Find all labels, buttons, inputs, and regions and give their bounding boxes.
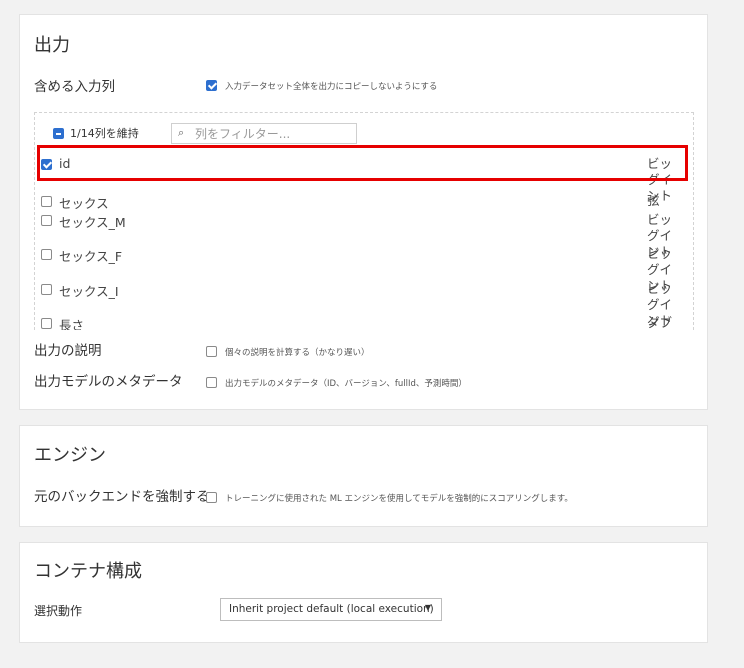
no-copy-checkbox[interactable] (206, 80, 217, 91)
column-filter-input[interactable] (193, 124, 353, 143)
column-name: セックス_M (59, 215, 126, 230)
explanation-text: 個々の説明を計算する（かなり遅い） (225, 347, 370, 358)
no-copy-option[interactable]: 入力データセット全体を出力にコピーしないようにする (206, 75, 437, 94)
metadata-text: 出力モデルのメタデータ（ID、バージョン、fullId、予測時間） (225, 378, 467, 389)
column-item[interactable]: セックス 弦 (41, 192, 681, 212)
output-panel: 出力 含める入力列 入力データセット全体を出力にコピーしないようにする 1/14… (19, 14, 708, 410)
column-item[interactable]: セックス_I ビッグイント (41, 280, 681, 328)
force-backend-option[interactable]: トレーニングに使用された ML エンジンを使用してモデルを強制的にスコアリングし… (206, 487, 573, 506)
column-item-id[interactable]: id ビッグイント (41, 155, 681, 203)
column-checkbox[interactable] (41, 318, 52, 329)
column-selector: 1/14列を維持 ⌕ id ビッグイント セックス 弦 セックス_M ビッグイン… (34, 112, 694, 330)
column-checkbox[interactable] (41, 196, 52, 207)
explanation-checkbox[interactable] (206, 346, 217, 357)
column-type: 弦 (647, 193, 660, 208)
output-title: 出力 (34, 35, 70, 56)
keep-columns-text: 1/14列を維持 (70, 127, 139, 140)
column-checkbox[interactable] (41, 249, 52, 260)
column-name: 長さ (59, 318, 85, 330)
keep-columns-checkbox[interactable] (53, 127, 64, 139)
search-icon: ⌕ (178, 126, 185, 139)
caret-down-icon: ▼ (424, 603, 431, 612)
selection-value: Inherit project default (local execution… (229, 603, 434, 615)
column-item[interactable]: 長さ ダブル (41, 314, 681, 330)
column-type: ダブル (647, 315, 673, 330)
no-copy-text: 入力データセット全体を出力にコピーしないようにする (225, 81, 438, 92)
force-backend-label: 元のバックエンドを強制する (34, 489, 210, 505)
metadata-option[interactable]: 出力モデルのメタデータ（ID、バージョン、fullId、予測時間） (206, 372, 467, 391)
selection-label: 選択動作 (34, 604, 83, 618)
force-backend-checkbox[interactable] (206, 492, 217, 503)
keep-columns-toggle[interactable]: 1/14列を維持 (53, 125, 139, 141)
column-checkbox[interactable] (41, 215, 52, 226)
column-name: セックス_I (59, 284, 119, 299)
column-name: セックス_F (59, 249, 123, 264)
engine-title: エンジン (34, 445, 106, 466)
metadata-label: 出力モデルのメタデータ (34, 374, 183, 390)
column-name: セックス (59, 196, 109, 211)
column-name: id (59, 156, 71, 171)
container-title: コンテナ構成 (34, 561, 142, 582)
selection-dropdown[interactable]: Inherit project default (local execution… (220, 598, 442, 621)
force-backend-text: トレーニングに使用された ML エンジンを使用してモデルを強制的にスコアリングし… (225, 493, 573, 504)
engine-panel: エンジン 元のバックエンドを強制する トレーニングに使用された ML エンジンを… (19, 425, 708, 527)
column-checkbox[interactable] (41, 159, 52, 170)
metadata-checkbox[interactable] (206, 377, 217, 388)
column-checkbox[interactable] (41, 284, 52, 295)
explanation-label: 出力の説明 (34, 343, 102, 359)
include-columns-label: 含める入力列 (34, 79, 115, 95)
column-filter[interactable]: ⌕ (171, 123, 357, 144)
column-item[interactable]: セックス_F ビッグイント (41, 245, 681, 293)
container-panel: コンテナ構成 選択動作 Inherit project default (loc… (19, 542, 708, 643)
explanation-option[interactable]: 個々の説明を計算する（かなり遅い） (206, 341, 370, 360)
column-item[interactable]: セックス_M ビッグイント (41, 211, 681, 259)
